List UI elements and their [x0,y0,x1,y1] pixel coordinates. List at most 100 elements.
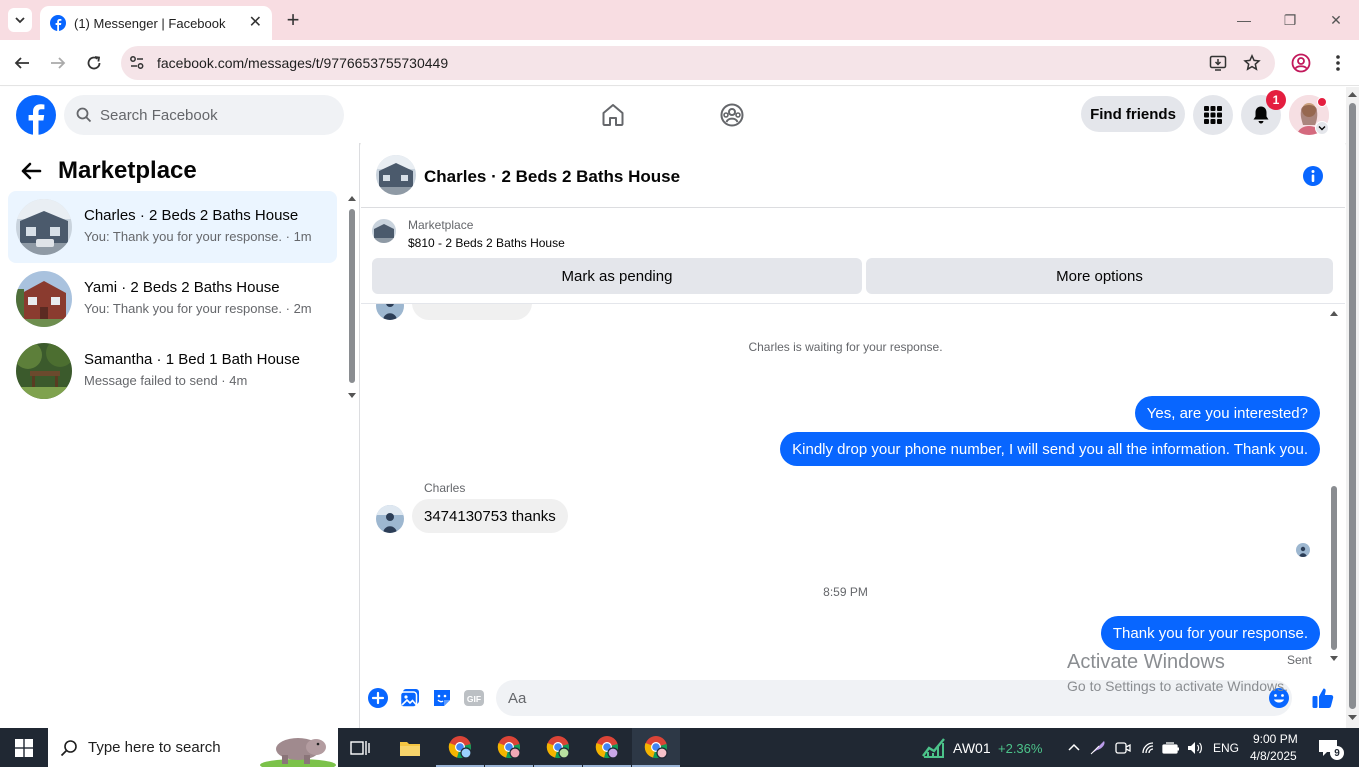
scroll-up-icon[interactable] [1348,91,1357,97]
chrome-taskbar-app-2[interactable] [485,728,533,767]
inbox-scrollbar[interactable] [347,193,357,399]
scroll-up-icon[interactable] [1330,310,1338,316]
chrome-profile-icon[interactable] [1291,53,1311,73]
site-settings-icon[interactable] [129,55,145,71]
reload-button[interactable] [82,51,106,75]
message-input[interactable] [508,680,1248,716]
scroll-down-icon[interactable] [348,393,356,399]
more-options-button[interactable]: More options [866,258,1333,294]
conversation-item-samantha[interactable]: Samantha · 1 Bed 1 Bath House Message fa… [8,335,337,407]
browser-menu-icon[interactable] [1330,53,1346,73]
hippo-search-highlight-icon [260,738,336,767]
scroll-down-icon[interactable] [1348,715,1357,721]
chrome-taskbar-app-5[interactable] [632,728,680,767]
find-friends-button[interactable]: Find friends [1081,96,1185,132]
message-timestamp: 8:59 PM [823,585,868,599]
search-input[interactable] [100,95,336,135]
volume-icon[interactable] [1186,740,1204,756]
message-bubble-incoming[interactable]: 3474130753 thanks [412,499,568,533]
message-bubble-outgoing[interactable]: Kindly drop your phone number, I will se… [780,432,1320,466]
chat-avatar[interactable] [376,155,416,195]
forward-button[interactable] [46,51,70,75]
address-bar[interactable]: facebook.com/messages/t/9776653755730449 [121,46,1275,80]
back-arrow-icon[interactable] [20,160,42,182]
listing-thumbnail[interactable] [372,219,396,243]
menu-button[interactable] [1193,95,1233,135]
stock-name[interactable]: AW01 [953,740,991,756]
marketplace-listing-bar: Marketplace $810 - 2 Beds 2 Baths House … [361,208,1345,304]
plus-circle-icon[interactable] [367,687,389,709]
emoji-icon[interactable] [1268,687,1290,709]
conversation-preview: You: Thank you for your response. · 2m [84,301,312,316]
home-icon [602,104,624,126]
bookmark-star-icon[interactable] [1243,54,1261,72]
gif-icon[interactable]: GIF [463,687,485,709]
minimize-icon[interactable]: ― [1221,0,1267,40]
show-hidden-icons-icon[interactable] [1068,742,1080,752]
chevron-down-icon [1318,126,1326,131]
pen-feather-icon[interactable] [1089,738,1107,756]
chat-title[interactable]: Charles · 2 Beds 2 Baths House [424,167,680,187]
message-composer: GIF [361,670,1345,728]
grid-menu-icon [1204,106,1222,124]
page-scroll-thumb[interactable] [1349,103,1356,709]
facebook-header: Find friends 1 [0,87,1346,143]
info-icon[interactable] [1302,165,1324,187]
arrow-right-icon [51,57,66,69]
tab-close-icon[interactable]: ✕ [249,15,262,31]
clock-time[interactable]: 9:00 PM [1253,732,1298,746]
clock-date[interactable]: 4/8/2025 [1250,749,1297,763]
chrome-taskbar-app-3[interactable] [534,728,582,767]
message-bubble-outgoing[interactable]: Thank you for your response. [1100,616,1320,650]
task-view-button[interactable] [336,728,384,767]
marketplace-inbox: Marketplace Charles · 2 Beds 2 Baths Hou… [0,143,360,728]
battery-icon[interactable] [1162,740,1180,756]
account-chevron[interactable] [1315,121,1329,135]
folder-icon [400,741,420,756]
language-indicator[interactable]: ENG [1213,741,1239,755]
maximize-icon[interactable]: ❐ [1267,0,1313,40]
waiting-notice: Charles is waiting for your response. [748,340,943,354]
sender-avatar[interactable] [376,505,404,533]
windows-logo-icon [15,738,33,757]
arrow-left-icon [14,57,29,69]
url-text: facebook.com/messages/t/9776653755730449 [157,55,449,71]
chrome-taskbar-app-4[interactable] [583,728,631,767]
listing-price-title[interactable]: $810 - 2 Beds 2 Baths House [408,236,565,250]
tab-search-dropdown[interactable] [8,8,32,32]
start-button[interactable] [0,728,48,767]
page-scrollbar[interactable] [1346,87,1359,728]
scroll-down-icon[interactable] [1330,656,1338,662]
inbox-scroll-thumb[interactable] [349,209,355,383]
thread-scroll-thumb[interactable] [1331,486,1337,650]
chrome-icon [497,735,521,759]
new-tab-button[interactable]: + [282,9,304,31]
wifi-icon[interactable] [1140,740,1156,756]
conversation-item-yami[interactable]: Yami · 2 Beds 2 Baths House You: Thank y… [8,263,337,335]
photo-icon[interactable] [399,687,421,709]
mark-as-pending-button[interactable]: Mark as pending [372,258,862,294]
meet-now-icon[interactable] [1115,740,1131,756]
chrome-icon [644,735,668,759]
message-bubble-outgoing[interactable]: Yes, are you interested? [1134,396,1320,430]
thumbs-up-icon[interactable] [1311,686,1335,710]
browser-tab-messenger[interactable]: (1) Messenger | Facebook ✕ [40,6,272,40]
close-window-icon[interactable]: ✕ [1313,0,1359,40]
conversation-item-charles[interactable]: Charles · 2 Beds 2 Baths House You: Than… [8,191,337,263]
stock-chart-icon[interactable] [922,736,946,758]
chrome-icon [546,735,570,759]
home-nav-button[interactable] [597,99,629,131]
file-explorer-button[interactable] [386,728,434,767]
sticker-icon[interactable] [431,687,453,709]
inbox-header: Marketplace [20,157,197,185]
taskbar-search[interactable]: Type here to search [48,728,338,767]
sender-name: Charles [424,481,466,495]
groups-nav-button[interactable] [716,99,748,131]
chrome-taskbar-app-1[interactable] [436,728,484,767]
conversation-name: Charles · 2 Beds 2 Baths House [84,207,299,224]
scroll-up-icon[interactable] [348,195,356,201]
back-button[interactable] [10,51,34,75]
facebook-logo-icon[interactable] [16,95,56,135]
thread-scrollbar[interactable] [1327,304,1341,668]
install-app-icon[interactable] [1209,54,1227,72]
